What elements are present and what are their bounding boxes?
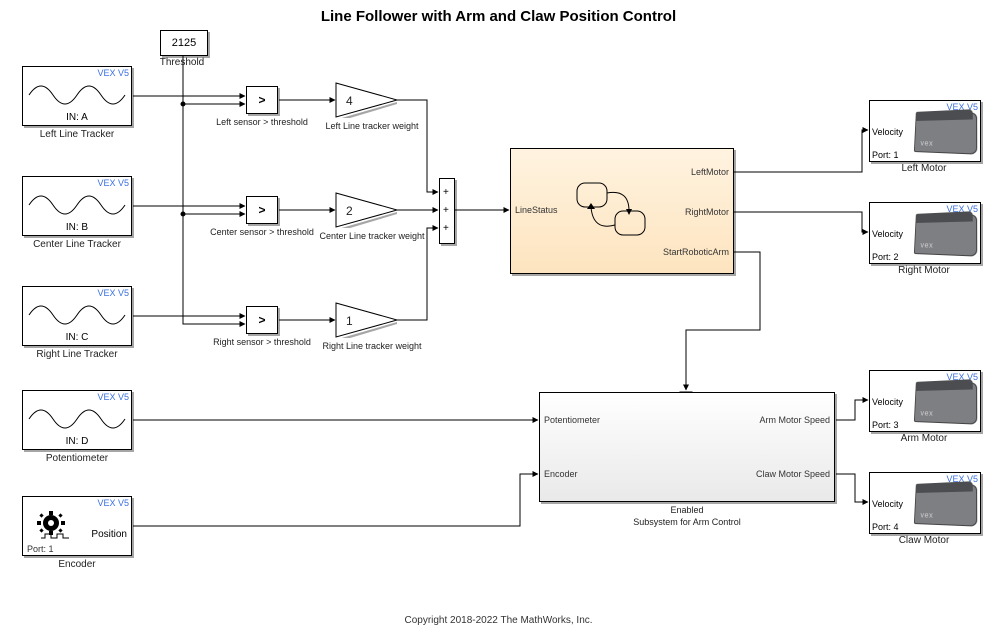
sensor-port-label: IN: D <box>23 436 131 447</box>
sensor-potentiometer[interactable]: VEX V5 IN: D <box>22 390 132 450</box>
motor-icon <box>914 382 977 425</box>
arm-motor-label: Arm Motor <box>869 433 979 444</box>
sum-sign: + <box>443 205 449 216</box>
gain-right-label: Right Line tracker weight <box>310 341 434 351</box>
vex-tag: VEX V5 <box>97 68 129 78</box>
svg-text:+: + <box>48 518 53 528</box>
sensor-left-line-tracker[interactable]: VEX V5 IN: A <box>22 66 132 126</box>
gain-center[interactable] <box>335 192 399 228</box>
subsys-in-pot: Potentiometer <box>544 415 600 425</box>
gear-icon: + <box>37 511 71 541</box>
compare-right-label: Right sensor > threshold <box>198 337 326 347</box>
compare-right[interactable]: > <box>246 306 278 334</box>
sensor-port-label: IN: C <box>23 332 131 343</box>
motor-velocity-label: Velocity <box>872 229 903 239</box>
compare-op: > <box>247 197 277 223</box>
vex-tag: VEX V5 <box>97 178 129 188</box>
arm-subsys-label1: Enabled <box>539 505 835 515</box>
arm-motor-block[interactable]: VEX V5 Velocity Port: 3 <box>869 370 981 432</box>
motor-icon <box>914 112 977 155</box>
sensor-center-label: Center Line Tracker <box>22 239 132 250</box>
encoder-label: Encoder <box>22 559 132 570</box>
arm-subsys-label2: Subsystem for Arm Control <box>539 517 835 527</box>
subsys-out-claw: Claw Motor Speed <box>756 469 830 479</box>
sum-sign: + <box>443 187 449 198</box>
motor-icon <box>914 484 977 527</box>
sf-out-startarm: StartRoboticArm <box>663 247 729 257</box>
motor-velocity-label: Velocity <box>872 499 903 509</box>
vex-tag: VEX V5 <box>97 498 129 508</box>
gain-left-value: 4 <box>346 94 353 108</box>
gain-left-label: Left Line tracker weight <box>312 121 432 131</box>
gain-right[interactable] <box>335 302 399 338</box>
gain-center-label: Center Line tracker weight <box>306 231 438 241</box>
sensor-left-label: Left Line Tracker <box>22 129 132 140</box>
constant-threshold-label: Threshold <box>142 57 222 68</box>
compare-left-label: Left sensor > threshold <box>200 117 324 127</box>
sum-sign: + <box>443 223 449 234</box>
motor-port-label: Port: 4 <box>872 522 899 532</box>
sf-out-rightmotor: RightMotor <box>685 207 729 217</box>
encoder-port-label: Port: 1 <box>27 544 54 554</box>
left-motor-block[interactable]: VEX V5 Velocity Port: 1 <box>869 100 981 162</box>
arm-subsystem[interactable]: Potentiometer Encoder Arm Motor Speed Cl… <box>539 392 835 502</box>
claw-motor-block[interactable]: VEX V5 Velocity Port: 4 <box>869 472 981 534</box>
left-motor-label: Left Motor <box>869 163 979 174</box>
claw-motor-label: Claw Motor <box>869 535 979 546</box>
wires-layer <box>0 0 997 634</box>
motor-icon <box>914 214 977 257</box>
motor-port-label: Port: 1 <box>872 150 899 160</box>
sensor-right-label: Right Line Tracker <box>22 349 132 360</box>
compare-op: > <box>247 87 277 113</box>
motor-port-label: Port: 3 <box>872 420 899 430</box>
copyright-text: Copyright 2018-2022 The MathWorks, Inc. <box>0 615 997 626</box>
sum-block[interactable]: + + + <box>439 178 455 244</box>
encoder-position-label: Position <box>91 529 127 540</box>
sensor-encoder[interactable]: VEX V5 + Position Port: 1 <box>22 496 132 556</box>
vex-tag: VEX V5 <box>97 288 129 298</box>
gain-center-value: 2 <box>346 204 353 218</box>
motor-velocity-label: Velocity <box>872 397 903 407</box>
stateflow-icon <box>573 179 651 241</box>
motor-port-label: Port: 2 <box>872 252 899 262</box>
gain-left[interactable] <box>335 82 399 118</box>
compare-op: > <box>247 307 277 333</box>
sf-in-linestatus: LineStatus <box>515 205 558 215</box>
subsys-out-arm: Arm Motor Speed <box>759 415 830 425</box>
constant-threshold[interactable]: 2125 <box>160 30 208 56</box>
compare-center[interactable]: > <box>246 196 278 224</box>
subsys-in-enc: Encoder <box>544 469 578 479</box>
sensor-port-label: IN: B <box>23 222 131 233</box>
sensor-port-label: IN: A <box>23 112 131 123</box>
stateflow-chart[interactable]: LineStatus LeftMotor RightMotor StartRob… <box>510 148 734 274</box>
sf-out-leftmotor: LeftMotor <box>691 167 729 177</box>
sensor-pot-label: Potentiometer <box>22 453 132 464</box>
gain-right-value: 1 <box>346 314 353 328</box>
right-motor-block[interactable]: VEX V5 Velocity Port: 2 <box>869 202 981 264</box>
constant-threshold-value: 2125 <box>172 37 196 49</box>
sensor-right-line-tracker[interactable]: VEX V5 IN: C <box>22 286 132 346</box>
motor-velocity-label: Velocity <box>872 127 903 137</box>
vex-tag: VEX V5 <box>97 392 129 402</box>
right-motor-label: Right Motor <box>869 265 979 276</box>
compare-left[interactable]: > <box>246 86 278 114</box>
sensor-center-line-tracker[interactable]: VEX V5 IN: B <box>22 176 132 236</box>
